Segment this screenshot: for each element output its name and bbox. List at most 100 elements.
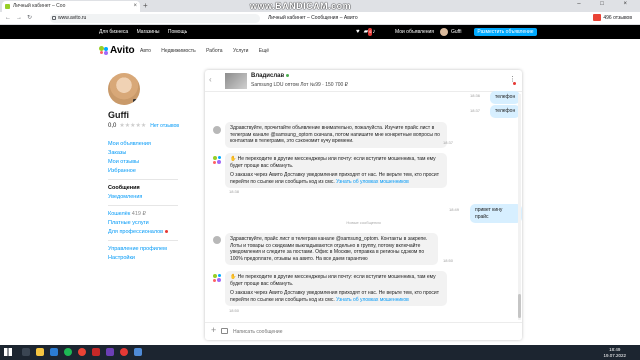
chat-header: ‹ Владислав Samsung LDU оптом Лот №99 · … bbox=[205, 70, 522, 92]
wallet-label: Кошелёк bbox=[108, 211, 131, 217]
new-tab-button[interactable]: + bbox=[143, 1, 148, 11]
camera-attach-icon[interactable] bbox=[221, 328, 228, 334]
contact-name-text: Владислав bbox=[251, 73, 285, 79]
username-menu[interactable]: Guffi bbox=[451, 25, 461, 39]
profile-rating: 0,0 ★★★★★ Нет отзывов bbox=[108, 122, 179, 130]
camera-icon[interactable] bbox=[133, 99, 139, 104]
ad-title-link[interactable]: Samsung LDU оптом Лот №99 · 150 700 ₽ bbox=[251, 82, 348, 88]
avito-system-icon bbox=[213, 156, 222, 165]
avito-logo-text: Avito bbox=[110, 45, 135, 56]
message-time: 18:37 bbox=[443, 140, 454, 145]
system-message: ✋ Не переходите в другие мессенджеры или… bbox=[225, 271, 447, 306]
menu-divider bbox=[108, 179, 178, 180]
for-pros-label: Для профессионалов bbox=[108, 229, 164, 235]
message-time: 18:36 bbox=[470, 93, 481, 98]
heart-icon[interactable]: ♥ bbox=[356, 29, 364, 35]
attach-plus-icon[interactable]: + bbox=[211, 325, 216, 335]
search-icon[interactable] bbox=[22, 348, 30, 356]
menu-settings[interactable]: Настройки bbox=[108, 254, 135, 262]
new-messages-divider: Новые сообщения bbox=[346, 220, 381, 225]
contact-name[interactable]: Владислав bbox=[251, 73, 290, 79]
address-bar: ← → ↻ www.avito.ru Личный кабинет – Сооб… bbox=[0, 12, 640, 25]
cat-jobs[interactable]: Работа bbox=[206, 48, 223, 54]
menu-for-pros[interactable]: Для профессионалов bbox=[108, 228, 169, 236]
place-ad-button[interactable]: Разместить объявление bbox=[474, 28, 537, 36]
menu-wallet[interactable]: Кошелёк 419 ₽ bbox=[108, 210, 146, 218]
spotify-icon[interactable] bbox=[64, 348, 72, 356]
cat-services[interactable]: Услуги bbox=[233, 48, 248, 54]
menu-my-ads[interactable]: Мои объявления bbox=[108, 140, 151, 148]
avito-system-icon bbox=[213, 274, 222, 283]
scrollbar-thumb[interactable] bbox=[518, 294, 521, 318]
profile-name: Guffi bbox=[108, 110, 129, 120]
chat-scrollbar[interactable] bbox=[518, 94, 521, 320]
menu-messages[interactable]: Сообщения bbox=[108, 184, 140, 192]
bell-icon[interactable]: ♪ bbox=[372, 29, 379, 35]
ad-thumbnail[interactable] bbox=[225, 73, 247, 89]
browser-tab[interactable]: Личный кабинет – Соо × bbox=[2, 1, 140, 12]
message-time: 18:37 bbox=[470, 108, 481, 113]
link-shops[interactable]: Магазины bbox=[137, 29, 160, 35]
avito-logo-icon bbox=[99, 46, 109, 56]
message-time: 18:50 bbox=[443, 258, 454, 263]
link-help[interactable]: Помощь bbox=[168, 29, 187, 35]
cat-realty[interactable]: Недвижимость bbox=[161, 48, 195, 54]
browser-tabstrip: Личный кабинет – Соо × + www.BANDICAM.co… bbox=[0, 0, 640, 12]
cat-more[interactable]: Ещё bbox=[259, 48, 269, 54]
file-explorer-icon[interactable] bbox=[36, 348, 44, 356]
fraud-tips-link[interactable]: Узнать об уловках мошенников bbox=[336, 297, 409, 303]
message-input[interactable] bbox=[233, 326, 503, 337]
windows-taskbar: 18:49 19.07.2022 bbox=[0, 345, 640, 360]
user-avatar-small[interactable] bbox=[440, 28, 448, 36]
avito-favicon-icon bbox=[5, 4, 10, 9]
message-time: 18:49 bbox=[449, 207, 460, 212]
menu-divider bbox=[108, 240, 178, 241]
menu-profile-management[interactable]: Управление профилем bbox=[108, 245, 167, 253]
menu-my-reviews[interactable]: Мои отзывы bbox=[108, 158, 139, 166]
profile-avatar[interactable] bbox=[108, 73, 140, 105]
tab-title: Личный кабинет – Соо bbox=[13, 3, 66, 9]
message-time: 18:38 bbox=[229, 189, 240, 194]
warning-hand-icon: ✋ bbox=[230, 274, 237, 280]
app-icon[interactable] bbox=[92, 348, 100, 356]
incoming-message: Здравствуйте, прочитайте объявление вним… bbox=[225, 122, 447, 148]
reviews-extension-label: 496 отзывов bbox=[603, 15, 632, 21]
cat-auto[interactable]: Авто bbox=[140, 48, 151, 54]
outgoing-message: телефон bbox=[490, 91, 521, 104]
windows-start-icon[interactable] bbox=[4, 348, 12, 356]
system-clock[interactable]: 18:49 19.07.2022 bbox=[603, 347, 626, 358]
menu-favorites[interactable]: Избранное bbox=[108, 167, 136, 175]
url-field[interactable]: www.avito.ru bbox=[50, 14, 260, 23]
online-status-icon bbox=[286, 73, 290, 77]
reviews-extension[interactable]: 496 отзывов bbox=[593, 14, 632, 23]
store-icon[interactable] bbox=[50, 348, 58, 356]
reload-icon[interactable]: ↻ bbox=[27, 14, 32, 23]
menu-notifications[interactable]: Уведомления bbox=[108, 193, 142, 201]
window-controls[interactable]: – □ × bbox=[577, 1, 636, 7]
app-icon[interactable] bbox=[134, 348, 142, 356]
yandex-icon[interactable] bbox=[120, 348, 128, 356]
no-reviews-link[interactable]: Нет отзывов bbox=[150, 123, 179, 129]
warning-text-value: Не переходите в другие мессенджеры или п… bbox=[230, 156, 436, 169]
rating-stars: ★★★★★ bbox=[119, 123, 147, 129]
fraud-tips-link[interactable]: Узнать об уловках мошенников bbox=[336, 179, 409, 185]
warning-text: ✋ Не переходите в другие мессенджеры или… bbox=[230, 156, 442, 169]
forward-arrow-icon[interactable]: → bbox=[16, 14, 22, 23]
my-ads-link[interactable]: Мои объявления bbox=[395, 25, 434, 39]
tab-close-icon[interactable]: × bbox=[133, 1, 137, 12]
wallet-amount: 419 ₽ bbox=[131, 211, 146, 217]
menu-orders[interactable]: Заказы bbox=[108, 149, 126, 157]
back-icon[interactable]: ‹ bbox=[209, 75, 212, 84]
avito-topbar: Для бизнеса Магазины Помощь ♥▰6♪ Мои объ… bbox=[0, 25, 640, 39]
incoming-message: Здравствуйте, прайс лист в телеграм кана… bbox=[225, 233, 438, 265]
rating-value: 0,0 bbox=[108, 123, 117, 129]
extension-icon bbox=[593, 14, 602, 22]
app-icon[interactable] bbox=[106, 348, 114, 356]
menu-paid-services[interactable]: Платные услуги bbox=[108, 219, 149, 227]
back-arrow-icon[interactable]: ← bbox=[5, 14, 11, 23]
unread-indicator bbox=[513, 82, 516, 85]
sender-avatar bbox=[213, 126, 221, 134]
chrome-icon[interactable] bbox=[78, 348, 86, 356]
system-text: О заказах через Авито Доставку уведомлен… bbox=[230, 172, 442, 185]
link-business[interactable]: Для бизнеса bbox=[99, 29, 128, 35]
